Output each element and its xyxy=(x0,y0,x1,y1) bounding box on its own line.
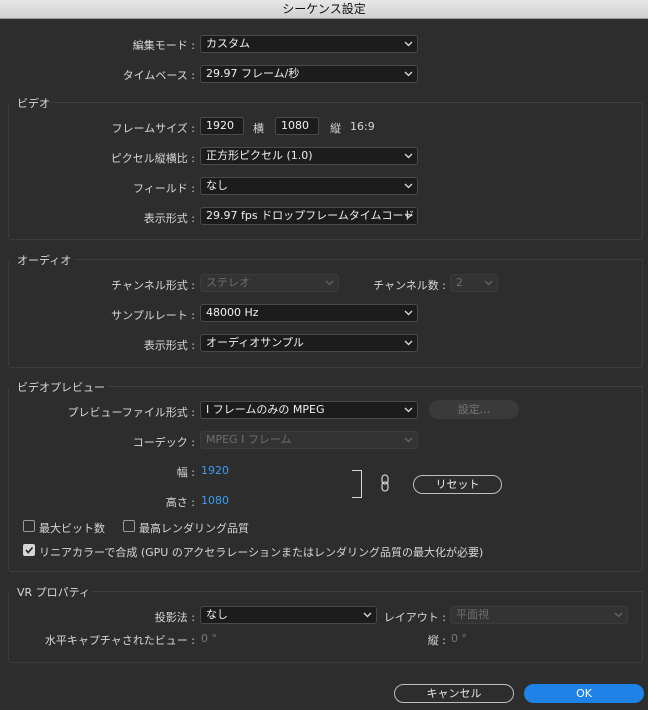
codec-select[interactable]: MPEG I フレーム xyxy=(200,431,418,449)
preview-height-label: 高さ : xyxy=(165,496,195,509)
channel-format-label: チャンネル形式 : xyxy=(111,279,195,292)
audio-display-format-label: 表示形式 : xyxy=(143,339,195,352)
chevron-down-icon xyxy=(404,36,413,52)
height-label: 縦 xyxy=(330,122,341,135)
v-fov-label: 縦 : xyxy=(427,634,446,647)
chevron-down-icon xyxy=(404,178,413,194)
checkmark-icon xyxy=(25,546,34,554)
timebase-select[interactable]: 29.97 フレーム/秒 xyxy=(200,65,418,83)
frame-width-input[interactable]: 1920 xyxy=(200,117,244,135)
settings-button[interactable]: 設定... xyxy=(429,400,519,419)
frame-size-label: フレームサイズ : xyxy=(111,122,195,135)
edit-mode-select[interactable]: カスタム xyxy=(200,35,418,53)
video-display-format-select[interactable]: 29.97 fps ドロップフレームタイムコード xyxy=(200,207,418,225)
sample-rate-label: サンプルレート : xyxy=(111,309,195,322)
chevron-down-icon xyxy=(404,305,413,321)
preview-width-label: 幅 : xyxy=(176,466,195,479)
channel-format-select[interactable]: ステレオ xyxy=(200,274,339,292)
layout-select[interactable]: 平面視 xyxy=(450,606,628,624)
channel-count-select[interactable]: 2 xyxy=(450,274,498,292)
edit-mode-label: 編集モード : xyxy=(132,39,195,52)
channel-count-label: チャンネル数 : xyxy=(373,279,446,292)
chevron-down-icon xyxy=(484,275,493,291)
fields-label: フィールド : xyxy=(133,182,195,195)
ok-button[interactable]: OK xyxy=(524,684,644,703)
audio-display-format-select[interactable]: オーディオサンプル xyxy=(200,334,418,352)
fields-select[interactable]: なし xyxy=(200,177,418,195)
chevron-down-icon xyxy=(404,208,413,224)
chevron-down-icon xyxy=(614,607,623,623)
chevron-down-icon xyxy=(363,607,372,623)
v-fov-value[interactable]: 0 ° xyxy=(451,632,467,645)
projection-label: 投影法 : xyxy=(154,611,195,624)
timebase-label: タイムベース : xyxy=(122,69,195,82)
video-display-format-label: 表示形式 : xyxy=(143,212,195,225)
sample-rate-select[interactable]: 48000 Hz xyxy=(200,304,418,322)
reset-button[interactable]: リセット xyxy=(413,475,502,494)
chevron-down-icon xyxy=(404,66,413,82)
preview-width-value[interactable]: 1920 xyxy=(201,464,229,477)
preview-format-select[interactable]: I フレームのみの MPEG xyxy=(200,401,418,419)
max-render-quality-checkbox[interactable] xyxy=(123,520,135,532)
h-fov-value[interactable]: 0 ° xyxy=(201,632,217,645)
projection-select[interactable]: なし xyxy=(200,606,377,624)
linear-color-label: リニアカラーで合成 (GPU のアクセラレーションまたはレンダリング品質の最大化… xyxy=(39,546,484,559)
chevron-down-icon xyxy=(325,275,334,291)
chevron-down-icon xyxy=(404,335,413,351)
link-bracket xyxy=(352,470,362,498)
chevron-down-icon xyxy=(404,402,413,418)
max-render-quality-label: 最高レンダリング品質 xyxy=(139,522,249,535)
max-bit-depth-label: 最大ビット数 xyxy=(39,522,105,535)
width-label: 横 xyxy=(253,122,264,135)
cancel-button[interactable]: キャンセル xyxy=(394,684,514,703)
window-title: シーケンス設定 xyxy=(0,0,648,19)
chain-link-icon[interactable] xyxy=(380,474,390,495)
vr-section xyxy=(8,591,643,663)
frame-height-input[interactable]: 1080 xyxy=(275,117,319,135)
layout-label: レイアウト : xyxy=(383,611,446,624)
preview-format-label: プレビューファイル形式 : xyxy=(67,406,195,419)
linear-color-checkbox[interactable] xyxy=(23,544,35,556)
pixel-aspect-label: ピクセル縦横比 : xyxy=(110,152,195,165)
h-fov-label: 水平キャプチャされたビュー : xyxy=(44,634,195,647)
max-bit-depth-checkbox[interactable] xyxy=(23,520,35,532)
chevron-down-icon xyxy=(404,148,413,164)
chevron-down-icon xyxy=(404,432,413,448)
pixel-aspect-select[interactable]: 正方形ピクセル (1.0) xyxy=(200,147,418,165)
aspect-ratio-text: 16:9 xyxy=(350,120,375,133)
codec-label: コーデック : xyxy=(132,436,195,449)
preview-height-value[interactable]: 1080 xyxy=(201,494,229,507)
